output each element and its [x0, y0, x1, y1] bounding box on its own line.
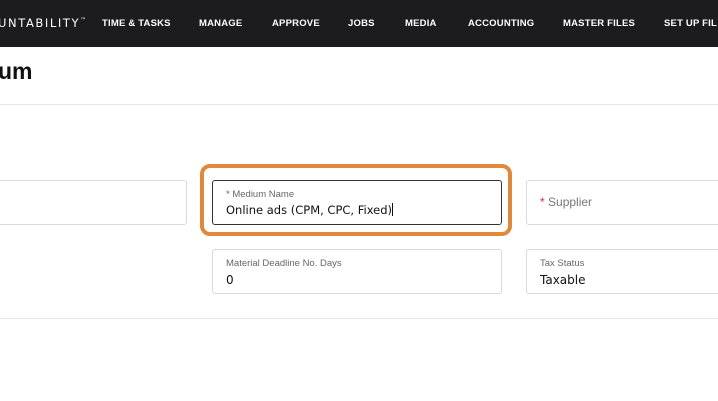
- tax-status-field[interactable]: Tax Status Taxable: [526, 249, 718, 294]
- medium-name-label-text: Medium Name: [232, 189, 295, 200]
- required-asterisk: *: [226, 189, 230, 200]
- material-deadline-value: 0: [226, 273, 234, 287]
- medium-name-value-text: Online ads (CPM, CPC, Fixed): [226, 203, 393, 217]
- left-field-clipped[interactable]: [0, 180, 187, 225]
- tax-status-value: Taxable: [540, 273, 586, 287]
- trademark-mark: ™: [80, 17, 87, 25]
- medium-name-label: * Medium Name: [226, 189, 294, 200]
- medium-name-value: Online ads (CPM, CPC, Fixed): [226, 203, 394, 217]
- form-bottom-divider: [0, 318, 718, 319]
- brand-text: UNTABILITY: [0, 16, 81, 30]
- material-deadline-field[interactable]: Material Deadline No. Days 0: [212, 249, 502, 294]
- tax-status-label: Tax Status: [540, 258, 585, 269]
- material-deadline-label: Material Deadline No. Days: [226, 258, 342, 269]
- supplier-placeholder: * Supplier: [540, 195, 592, 209]
- text-caret: [392, 203, 394, 216]
- nav-item-time-tasks[interactable]: TIME & TASKS: [102, 18, 171, 29]
- medium-name-field[interactable]: * Medium Name Online ads (CPM, CPC, Fixe…: [212, 180, 502, 225]
- nav-item-set-up-files[interactable]: SET UP FIL: [664, 18, 717, 29]
- top-navbar: UNTABILITY™ TIME & TASKS MANAGE APPROVE …: [0, 0, 718, 47]
- nav-item-manage[interactable]: MANAGE: [199, 18, 242, 29]
- nav-item-master-files[interactable]: MASTER FILES: [563, 18, 635, 29]
- title-divider: [0, 104, 718, 105]
- nav-item-approve[interactable]: APPROVE: [272, 18, 320, 29]
- page-title: um: [0, 58, 33, 84]
- nav-item-accounting[interactable]: ACCOUNTING: [468, 18, 534, 29]
- supplier-label-text: Supplier: [548, 195, 593, 209]
- nav-item-jobs[interactable]: JOBS: [348, 18, 375, 29]
- nav-item-media[interactable]: MEDIA: [405, 18, 437, 29]
- required-asterisk: *: [540, 195, 545, 209]
- supplier-field[interactable]: * Supplier: [526, 180, 718, 225]
- brand-logo[interactable]: UNTABILITY™: [0, 16, 86, 30]
